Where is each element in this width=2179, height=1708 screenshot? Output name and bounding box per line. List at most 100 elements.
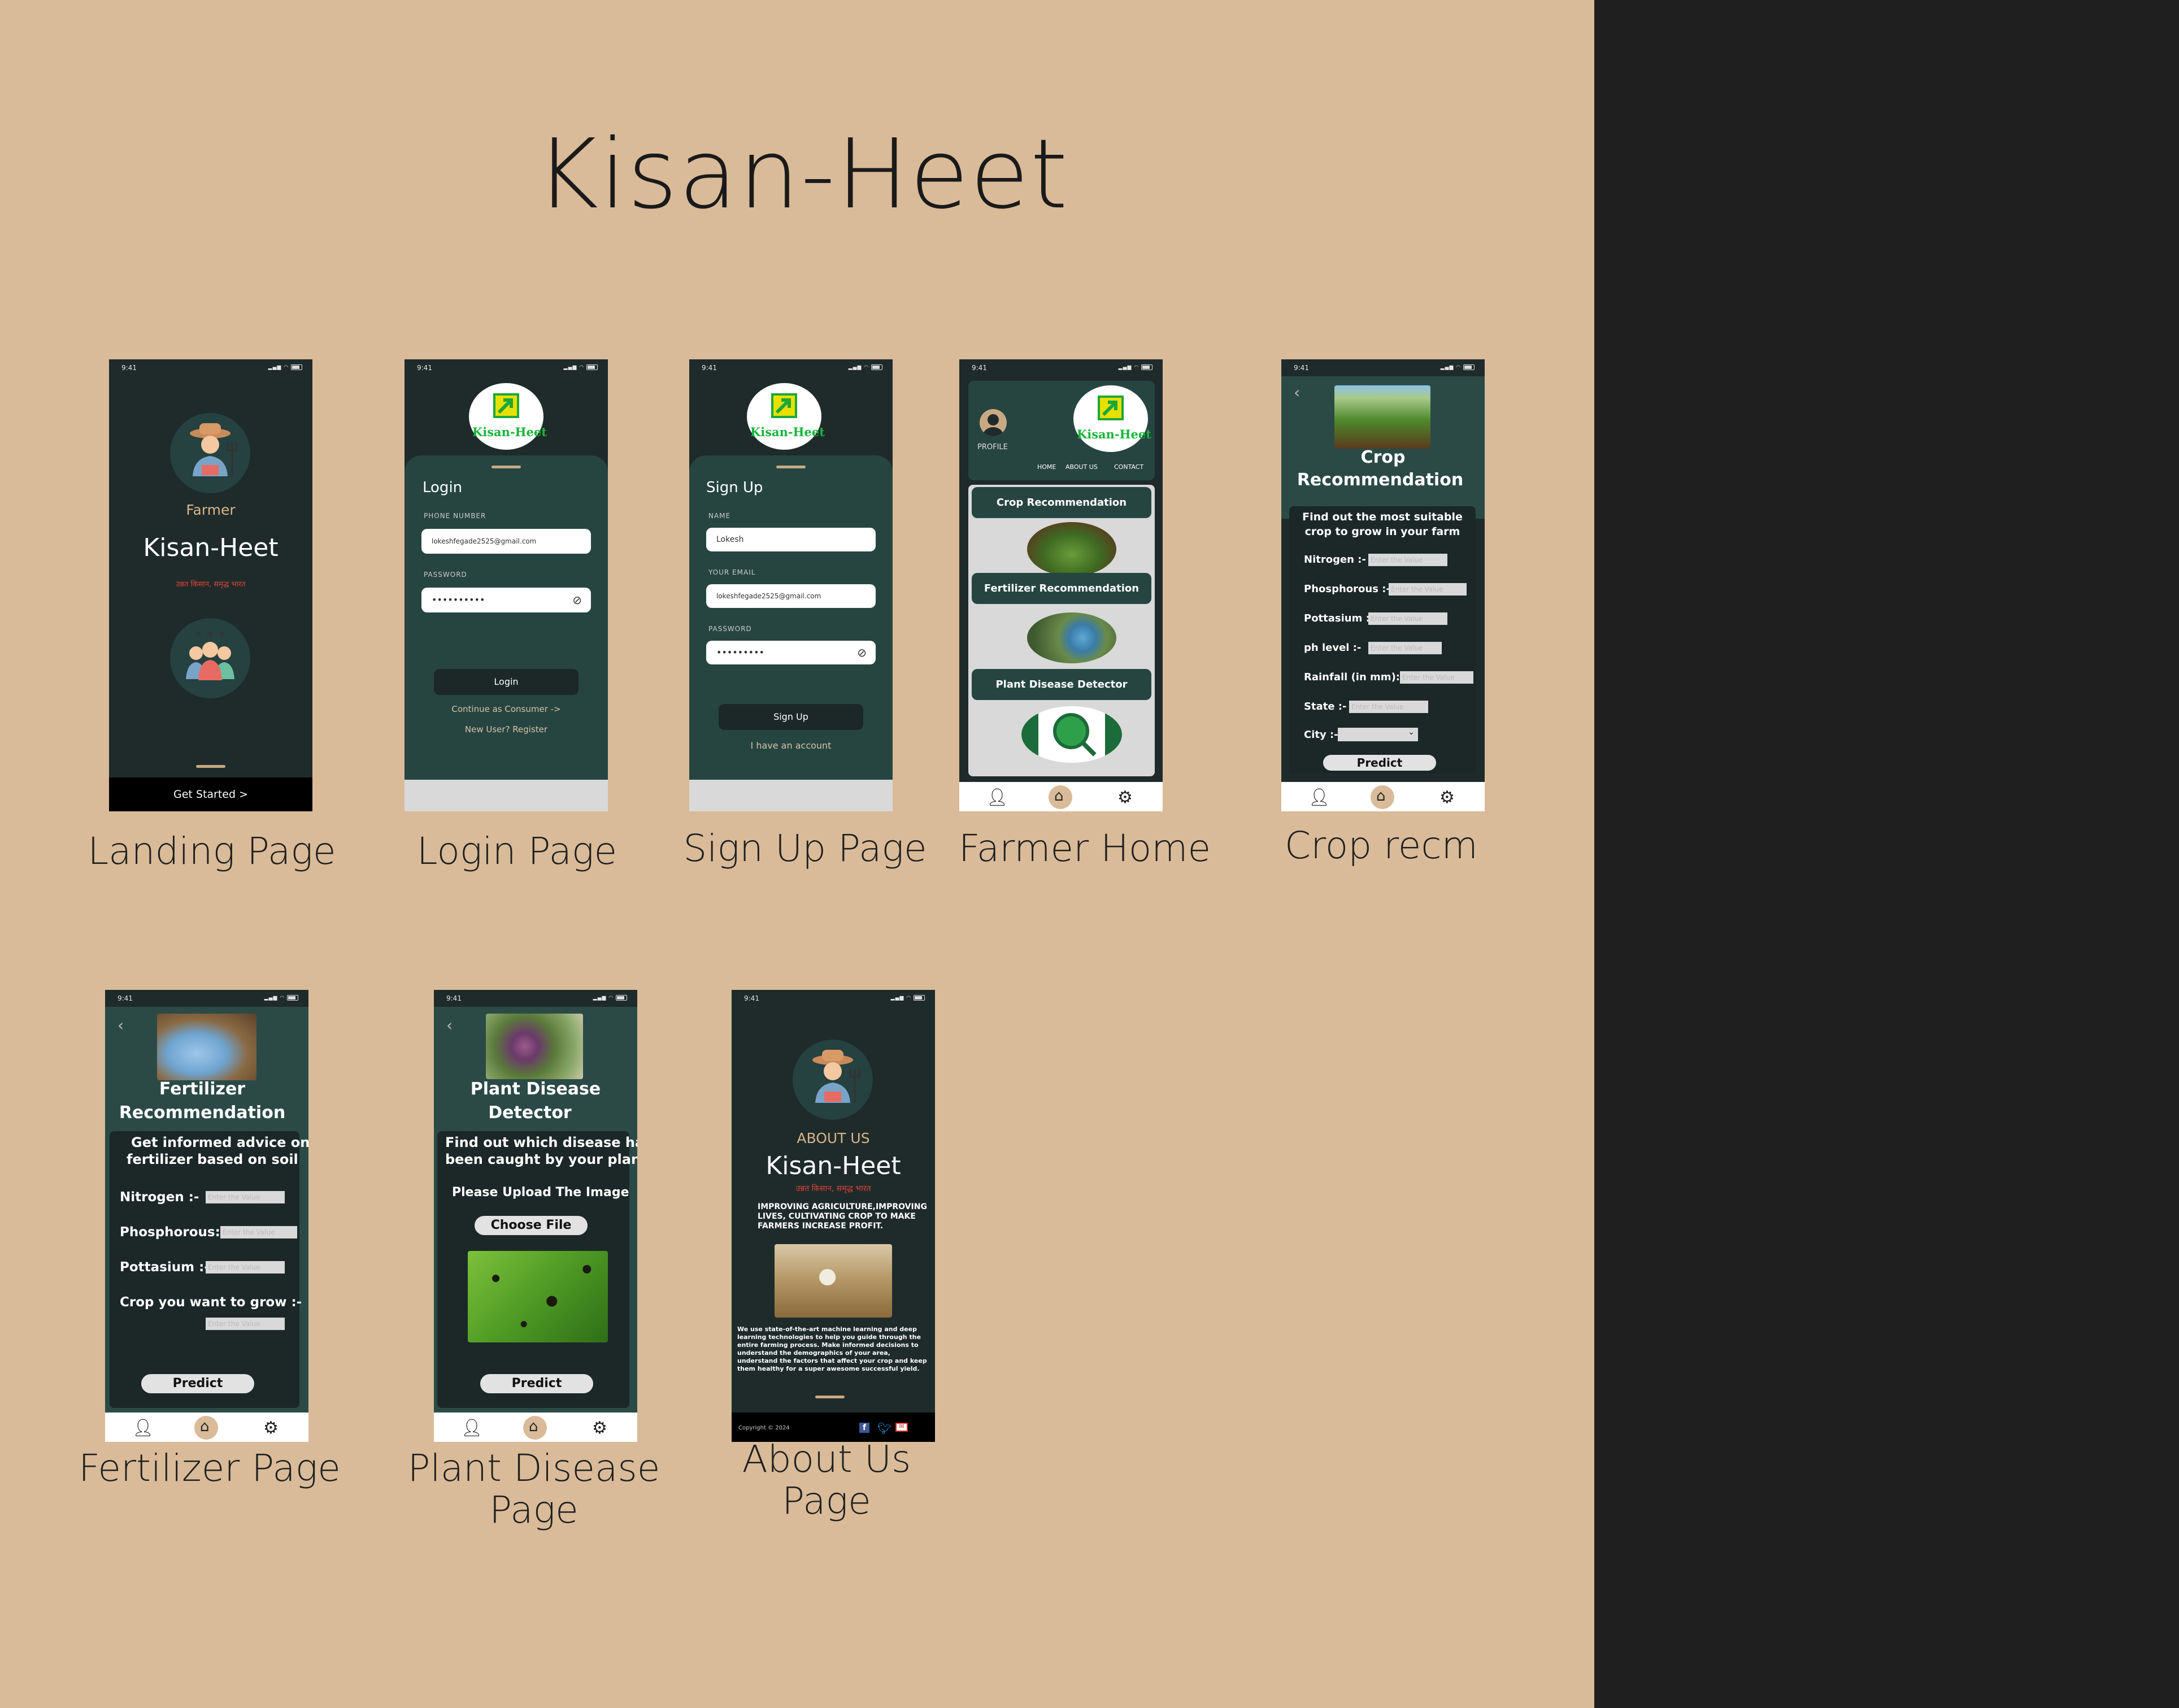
logo-text: Kisan-Heet bbox=[1077, 427, 1151, 441]
about-body: We use state-of-the-art machine learning… bbox=[737, 1325, 927, 1372]
signup-button[interactable]: Sign Up bbox=[719, 704, 863, 730]
phone-input[interactable]: lokeshfegade2525@gmail.com bbox=[421, 529, 591, 554]
bottom-nav: 👤︎ ⌂ ⚙ bbox=[959, 782, 1163, 811]
phosphorous-label: Phosphorous:- bbox=[120, 1225, 226, 1240]
nav-about[interactable]: ABOUT US bbox=[1065, 463, 1098, 471]
eye-slash-icon[interactable]: ⊘ bbox=[857, 641, 867, 664]
get-started-button[interactable]: Get Started > bbox=[109, 777, 312, 811]
growth-arrow-icon bbox=[771, 393, 797, 418]
city-select[interactable]: ⌄ bbox=[1338, 728, 1418, 741]
twitter-icon[interactable]: 🐦︎ bbox=[877, 1422, 891, 1435]
password-label: PASSWORD bbox=[708, 625, 752, 633]
name-input[interactable]: Lokesh bbox=[706, 528, 876, 551]
profile-icon[interactable] bbox=[980, 409, 1007, 436]
email-input[interactable]: lokeshfegade2525@gmail.com bbox=[706, 584, 876, 608]
status-bar: 9:41 ▂▄▆ ◠ bbox=[434, 990, 637, 1005]
fertilizer-intro-1: Get informed advice on bbox=[131, 1135, 308, 1150]
sheet-grabber bbox=[776, 466, 806, 468]
user-icon[interactable]: 👤︎ bbox=[1308, 788, 1330, 807]
disease-image[interactable] bbox=[1021, 706, 1122, 763]
nitrogen-input[interactable]: Enter the Value bbox=[1368, 554, 1447, 566]
disease-card-title[interactable]: Plant Disease Detector bbox=[972, 669, 1151, 700]
user-icon[interactable]: 👤︎ bbox=[461, 1418, 482, 1438]
state-label: State :- bbox=[1304, 701, 1347, 712]
pottasium-input[interactable]: Enter the Value bbox=[1368, 612, 1447, 625]
state-input[interactable]: Enter the Value bbox=[1349, 701, 1428, 713]
home-icon[interactable]: ⌂ bbox=[1371, 785, 1394, 809]
bottom-bar bbox=[689, 780, 893, 811]
mail-icon[interactable]: ✉ bbox=[895, 1423, 908, 1432]
settings-icon[interactable]: ⚙ bbox=[1439, 788, 1455, 807]
signup-heading: Sign Up bbox=[706, 479, 763, 496]
user-icon[interactable]: 👤︎ bbox=[132, 1418, 154, 1438]
phosphorous-label: Phosphorous :- bbox=[1304, 583, 1390, 595]
logo-badge: Kisan-Heet bbox=[1073, 385, 1151, 452]
password-input[interactable]: ••••••••• ⊘ bbox=[706, 641, 876, 664]
nav-home[interactable]: HOME bbox=[1037, 463, 1056, 471]
crop-intro-2: crop to grow in your farm bbox=[1304, 525, 1460, 538]
signup-screen: 9:41 ▂▄▆ ◠ Kisan-Heet Sign Up NAME Lokesh… bbox=[689, 359, 893, 811]
settings-icon[interactable]: ⚙ bbox=[592, 1418, 607, 1438]
status-bar: 9:41 ▂▄▆ ◠ bbox=[105, 990, 308, 1005]
svg-text:✦ ✦ ✦: ✦ ✦ ✦ bbox=[194, 628, 227, 640]
have-account-link[interactable]: I have an account bbox=[689, 740, 893, 751]
back-icon[interactable]: ‹ bbox=[1294, 383, 1300, 402]
app-name: Kisan-Heet bbox=[143, 533, 279, 562]
user-icon[interactable]: 👤︎ bbox=[986, 788, 1008, 807]
battery-icon bbox=[1141, 364, 1152, 370]
nitrogen-label: Nitrogen :- bbox=[1304, 554, 1366, 566]
nav-contact[interactable]: CONTACT bbox=[1114, 463, 1143, 471]
password-input[interactable]: •••••••••• ⊘ bbox=[421, 588, 591, 612]
crop-predict-button[interactable]: Predict bbox=[1323, 755, 1436, 771]
choose-file-button[interactable]: Choose File bbox=[475, 1216, 588, 1235]
diseased-plant-image bbox=[486, 1014, 583, 1079]
fertilizer-card-title[interactable]: Fertilizer Recommendation bbox=[972, 573, 1151, 604]
status-bar: 9:41 ▂▄▆ ◠ bbox=[405, 359, 608, 374]
home-icon[interactable]: ⌂ bbox=[1049, 785, 1072, 809]
farmer-avatar-icon bbox=[793, 1040, 873, 1120]
phosphorous-input[interactable]: Enter the Value bbox=[1389, 583, 1467, 596]
crop-title-1: Crop bbox=[1360, 447, 1406, 467]
about-screen: 9:41 ▂▄▆ ◠ ABOUT US Kisan-Heet उन्नत किसा… bbox=[732, 990, 935, 1442]
logo-text: Kisan-Heet bbox=[472, 425, 547, 439]
settings-icon[interactable]: ⚙ bbox=[1117, 788, 1133, 807]
caption-farmer-home: Farmer Home bbox=[958, 827, 1211, 870]
phosphorous-input[interactable]: Enter the Value bbox=[220, 1226, 297, 1238]
battery-icon bbox=[1463, 364, 1475, 370]
disease-predict-button[interactable]: Predict bbox=[480, 1374, 593, 1393]
bottom-nav: 👤︎ ⌂ ⚙ bbox=[1281, 782, 1485, 811]
facebook-icon[interactable]: f bbox=[859, 1423, 869, 1433]
nitrogen-input[interactable]: Enter the Value bbox=[206, 1191, 285, 1203]
crop-image[interactable] bbox=[1027, 522, 1116, 576]
home-icon[interactable]: ⌂ bbox=[194, 1416, 218, 1440]
caption-landing: Landing Page bbox=[88, 829, 336, 873]
rainfall-input[interactable]: Enter the Value bbox=[1400, 671, 1473, 684]
signup-sheet: Sign Up NAME Lokesh YOUR EMAIL lokeshfeg… bbox=[689, 455, 893, 780]
caption-signup: Sign Up Page bbox=[683, 827, 927, 870]
consumer-link[interactable]: Continue as Consumer -> bbox=[405, 704, 608, 714]
fertilizer-predict-button[interactable]: Predict bbox=[141, 1374, 254, 1393]
login-sheet: Login PHONE NUMBER lokeshfegade2525@gmai… bbox=[405, 455, 608, 780]
pottasium-input[interactable]: Enter the Value bbox=[206, 1261, 285, 1274]
phone-label: PHONE NUMBER bbox=[424, 512, 486, 520]
fertilizer-image[interactable] bbox=[1027, 612, 1116, 663]
rainfall-label: Rainfall (in mm): bbox=[1304, 671, 1400, 683]
ph-input[interactable]: Enter the Value bbox=[1368, 642, 1442, 654]
crop-grow-input[interactable]: Enter the Value bbox=[206, 1318, 285, 1330]
caption-fertilizer: Fertilizer Page bbox=[79, 1446, 341, 1490]
back-icon[interactable]: ‹ bbox=[446, 1016, 453, 1035]
login-button[interactable]: Login bbox=[434, 669, 579, 695]
back-icon[interactable]: ‹ bbox=[118, 1016, 124, 1035]
register-link[interactable]: New User? Register bbox=[405, 724, 608, 735]
crop-card-title[interactable]: Crop Recommendation bbox=[972, 487, 1151, 518]
logo-badge: Kisan-Heet bbox=[469, 383, 547, 450]
login-heading: Login bbox=[423, 479, 463, 496]
eye-slash-icon[interactable]: ⊘ bbox=[572, 588, 582, 612]
home-icon[interactable]: ⌂ bbox=[523, 1416, 547, 1440]
email-label: YOUR EMAIL bbox=[708, 568, 756, 576]
disease-screen: 9:41 ▂▄▆ ◠ ‹ Plant Disease Detector Find … bbox=[434, 990, 637, 1442]
disease-intro-1: Find out which disease has bbox=[445, 1135, 637, 1150]
disease-intro-2: been caught by your plant bbox=[445, 1151, 637, 1167]
battery-icon bbox=[616, 995, 627, 1001]
settings-icon[interactable]: ⚙ bbox=[263, 1418, 279, 1438]
